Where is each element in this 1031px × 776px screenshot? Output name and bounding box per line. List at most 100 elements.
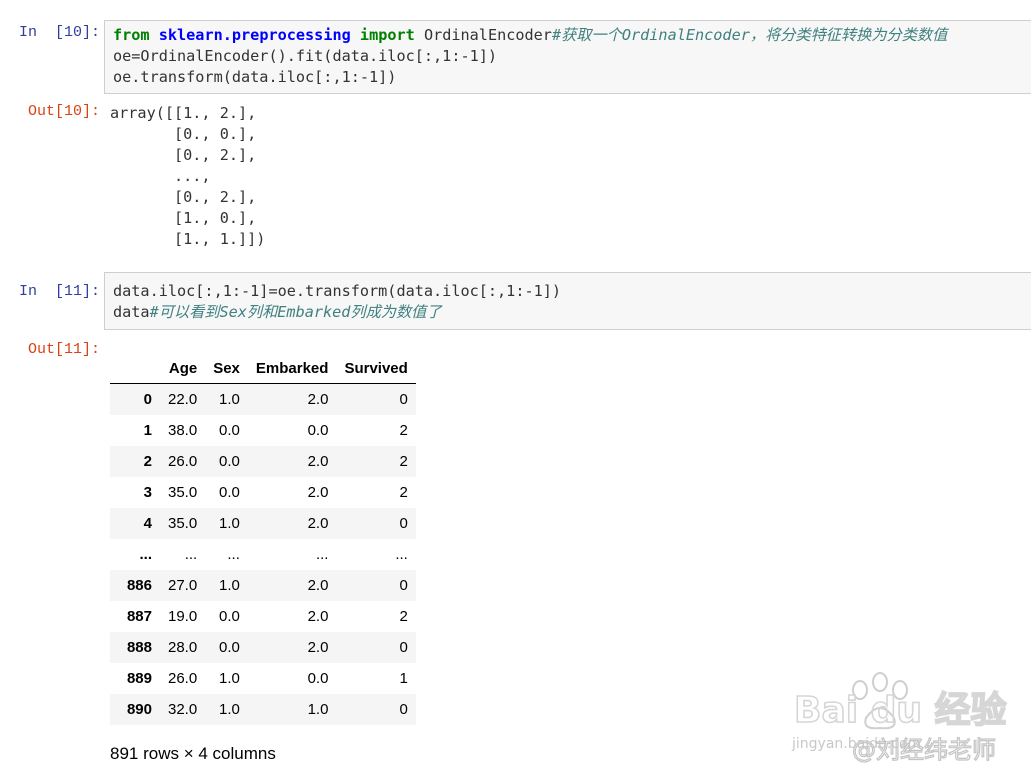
row-index: 3 — [143, 484, 152, 501]
row-index: 4 — [143, 515, 152, 532]
code-cell-11[interactable]: data.iloc[:,1:-1]=oe.transform(data.iloc… — [104, 272, 1031, 330]
table-cell: 0 — [399, 515, 408, 532]
array-output: array([[1., 2.], [0., 0.], [0., 2.], ...… — [110, 103, 265, 250]
table-cell: 2.0 — [307, 515, 329, 532]
table-cell: 1.0 — [219, 670, 240, 687]
row-index: 1 — [143, 422, 152, 439]
module-name: sklearn.preprocessing — [158, 26, 351, 44]
table-row: 0 22.0 1.0 2.0 0 — [110, 383, 416, 415]
table-cell: 0.0 — [219, 639, 240, 656]
output-line: array([[1., 2.], — [110, 104, 257, 122]
table-header-row: Age Sex Embarked Survived — [110, 354, 416, 384]
table-row: 4 35.0 1.0 2.0 0 — [110, 508, 416, 539]
table-cell: 2.0 — [307, 639, 329, 656]
input-prompt-11: In [11]: — [18, 283, 100, 300]
column-header: Survived — [336, 354, 416, 384]
table-cell: 0.0 — [219, 608, 240, 625]
row-index: 888 — [126, 639, 152, 656]
output-line: [1., 1.]]) — [110, 230, 266, 248]
row-index: ... — [139, 546, 152, 563]
code-cell-10[interactable]: from sklearn.preprocessing import Ordina… — [104, 20, 1031, 94]
import-target: OrdinalEncoder — [414, 26, 552, 44]
table-cell: 2.0 — [307, 577, 329, 594]
table-cell: 2 — [399, 422, 408, 439]
table-cell: 0.0 — [307, 670, 329, 687]
keyword-from: from — [113, 26, 150, 44]
table-cell: ... — [315, 546, 329, 563]
code-line: data.iloc[:,1:-1]=oe.transform(data.iloc… — [113, 282, 562, 300]
dataframe-table: Age Sex Embarked Survived 0 22.0 1.0 2.0… — [110, 354, 416, 725]
row-index: 890 — [126, 701, 152, 718]
row-index: 0 — [143, 391, 152, 408]
table-row: 886 27.0 1.0 2.0 0 — [110, 570, 416, 601]
table-cell: 22.0 — [168, 391, 198, 408]
output-line: ..., — [110, 167, 211, 185]
output-prompt-10: Out[10]: — [27, 103, 100, 120]
table-row: 890 32.0 1.0 1.0 0 — [110, 694, 416, 725]
output-line: [0., 2.], — [110, 188, 257, 206]
column-header: Sex — [205, 354, 248, 384]
table-cell: 1.0 — [219, 391, 240, 408]
table-cell: 35.0 — [168, 484, 198, 501]
table-cell: 28.0 — [168, 639, 198, 656]
code-comment: #可以看到Sex列和Embarked列成为数值了 — [149, 303, 442, 321]
table-row: 2 26.0 0.0 2.0 2 — [110, 446, 416, 477]
table-cell: 26.0 — [168, 453, 198, 470]
table-cell: 0 — [399, 391, 408, 408]
table-cell: 27.0 — [168, 577, 198, 594]
table-cell: 2 — [399, 484, 408, 501]
row-index: 887 — [126, 608, 152, 625]
keyword-import: import — [359, 26, 415, 44]
row-index: 2 — [143, 453, 152, 470]
table-row: 889 26.0 1.0 0.0 1 — [110, 663, 416, 694]
table-cell: 0 — [399, 639, 408, 656]
table-cell: 38.0 — [168, 422, 198, 439]
baidu-jingyan-watermark: Bai du 经验 jingyan.baidu.com @刘经纬老师 — [791, 672, 1007, 765]
column-header: Age — [160, 354, 206, 384]
table-cell: ... — [395, 546, 408, 563]
table-cell: 35.0 — [168, 515, 198, 532]
table-cell: 1.0 — [219, 701, 240, 718]
table-cell: 0.0 — [219, 484, 240, 501]
table-cell: 19.0 — [168, 608, 198, 625]
row-index: 889 — [126, 670, 152, 687]
watermark-author: @刘经纬老师 — [852, 736, 996, 764]
row-index: 886 — [126, 577, 152, 594]
table-cell: 2.0 — [307, 484, 329, 501]
table-row: 1 38.0 0.0 0.0 2 — [110, 415, 416, 446]
code-line: oe=OrdinalEncoder().fit(data.iloc[:,1:-1… — [113, 47, 498, 65]
table-cell: ... — [184, 546, 198, 563]
table-cell: 0 — [399, 701, 408, 718]
table-row: 3 35.0 0.0 2.0 2 — [110, 477, 416, 508]
output-line: [0., 0.], — [110, 125, 257, 143]
table-cell: 2 — [399, 453, 408, 470]
table-cell: 1.0 — [307, 701, 329, 718]
index-header — [110, 354, 160, 384]
output-line: [1., 0.], — [110, 209, 257, 227]
table-cell: 1.0 — [219, 515, 240, 532]
code-comment: #获取一个OrdinalEncoder，将分类特征转换为分类数值 — [551, 26, 948, 44]
table-row: 888 28.0 0.0 2.0 0 — [110, 632, 416, 663]
code-line: data — [113, 303, 150, 321]
table-cell: 0.0 — [219, 422, 240, 439]
table-cell: 2 — [399, 608, 408, 625]
table-row-ellipsis: ... ... ... ... ... — [110, 539, 416, 570]
output-line: [0., 2.], — [110, 146, 257, 164]
table-cell: 0.0 — [219, 453, 240, 470]
table-cell: 1 — [399, 670, 408, 687]
code-line: oe.transform(data.iloc[:,1:-1]) — [113, 68, 397, 86]
column-header: Embarked — [247, 354, 337, 384]
table-cell: ... — [227, 546, 240, 563]
table-cell: 26.0 — [168, 670, 198, 687]
table-cell: 32.0 — [168, 701, 198, 718]
table-cell: 2.0 — [307, 391, 329, 408]
table-cell: 2.0 — [307, 608, 329, 625]
table-cell: 0 — [399, 577, 408, 594]
table-cell: 2.0 — [307, 453, 329, 470]
dataframe-shape-summary: 891 rows × 4 columns — [110, 744, 276, 763]
input-prompt-10: In [10]: — [18, 24, 100, 41]
table-cell: 1.0 — [219, 577, 240, 594]
output-prompt-11: Out[11]: — [27, 341, 100, 358]
table-cell: 0.0 — [307, 422, 329, 439]
watermark-brand: Bai du 经验 — [794, 690, 1007, 731]
